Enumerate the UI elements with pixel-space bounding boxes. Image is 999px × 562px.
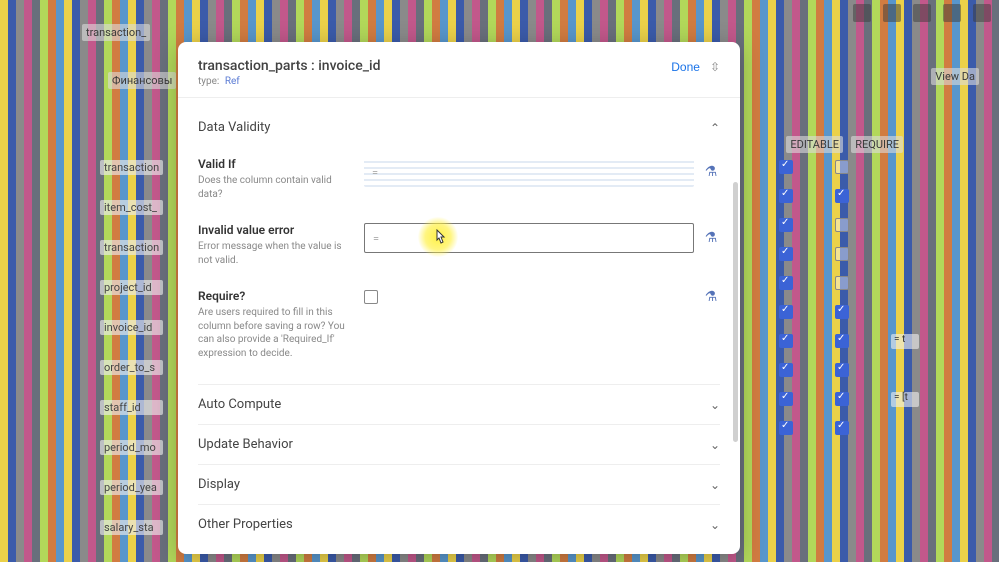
column-settings-modal: transaction_parts : invoice_id type: Ref… (178, 42, 740, 554)
bg-row[interactable]: project_id (100, 280, 163, 295)
bg-toolbar-icon[interactable] (883, 4, 901, 22)
section-header-auto-compute[interactable]: Auto Compute ⌄ (198, 385, 720, 424)
checkbox-icon[interactable] (779, 189, 793, 203)
flask-icon[interactable]: ⚗ (702, 230, 720, 246)
checkbox-empty-icon[interactable] (835, 160, 849, 174)
require-help: Are users required to fill in this colum… (198, 306, 348, 360)
section-data-validity: Data Validity ⌃ Valid If Does the column… (198, 112, 720, 384)
chevron-down-icon: ⌄ (710, 398, 720, 412)
checkbox-icon[interactable] (779, 392, 793, 406)
invalid-error-input[interactable]: = (364, 223, 694, 253)
bg-row[interactable]: transaction (100, 240, 163, 255)
checkbox-icon[interactable] (779, 276, 793, 290)
bg-toolbar (853, 4, 991, 22)
section-auto-compute: Auto Compute ⌄ (198, 384, 720, 424)
bg-row[interactable]: salary_sta (100, 520, 163, 535)
section-header-other-properties[interactable]: Other Properties ⌄ (198, 505, 720, 544)
modal-subtitle: type: Ref (198, 76, 380, 87)
chevron-down-icon: ⌄ (710, 438, 720, 452)
flask-icon[interactable]: ⚗ (702, 164, 720, 180)
section-header-data-validity[interactable]: Data Validity ⌃ (198, 112, 720, 143)
type-label: type: (198, 76, 219, 87)
bg-row[interactable]: period_mo (100, 440, 163, 455)
equals-icon: = (372, 166, 378, 179)
chevron-down-icon: ⌄ (710, 478, 720, 492)
bg-breadcrumb: transaction_ (82, 24, 150, 41)
type-value: Ref (225, 76, 240, 87)
section-other-properties: Other Properties ⌄ (198, 504, 720, 544)
section-header-update-behavior[interactable]: Update Behavior ⌄ (198, 425, 720, 464)
section-title: Data Validity (198, 120, 270, 135)
chevron-down-icon: ⌄ (710, 518, 720, 532)
expand-collapse-icon[interactable]: ⇳ (710, 61, 720, 73)
field-valid-if: Valid If Does the column contain valid d… (198, 149, 720, 215)
bg-row[interactable]: transaction (100, 160, 163, 175)
checkbox-icon[interactable] (835, 421, 849, 435)
section-header-display[interactable]: Display ⌄ (198, 465, 720, 504)
modal-body: Data Validity ⌃ Valid If Does the column… (178, 98, 740, 554)
valid-if-help: Does the column contain valid data? (198, 174, 348, 201)
equals-icon: = (373, 232, 379, 245)
checkbox-icon[interactable] (835, 392, 849, 406)
bg-row[interactable]: item_cost_ (100, 200, 163, 215)
checkbox-icon[interactable] (835, 334, 849, 348)
bg-row-labels: transaction item_cost_ transaction proje… (100, 160, 163, 535)
field-require: Require? Are users required to fill in t… (198, 281, 720, 374)
done-button[interactable]: Done (671, 60, 700, 74)
modal-header: transaction_parts : invoice_id type: Ref… (178, 42, 740, 98)
bg-row[interactable]: invoice_id (100, 320, 163, 335)
checkbox-empty-icon[interactable] (835, 218, 849, 232)
bg-formula[interactable]: = t (891, 334, 919, 349)
checkbox-icon[interactable] (779, 334, 793, 348)
checkbox-icon[interactable] (779, 363, 793, 377)
checkbox-icon[interactable] (779, 421, 793, 435)
checkbox-icon[interactable] (835, 363, 849, 377)
checkbox-empty-icon[interactable] (835, 276, 849, 290)
bg-sub: Финансовы (108, 72, 176, 89)
section-title: Update Behavior (198, 437, 293, 452)
checkbox-icon[interactable] (779, 218, 793, 232)
valid-if-label: Valid If (198, 157, 348, 171)
section-update-behavior: Update Behavior ⌄ (198, 424, 720, 464)
modal-title: transaction_parts : invoice_id (198, 58, 380, 74)
require-label: Require? (198, 289, 348, 303)
checkbox-empty-icon[interactable] (835, 247, 849, 261)
bg-view-btn[interactable]: View Da (931, 68, 979, 85)
field-invalid-value-error: Invalid value error Error message when t… (198, 215, 720, 281)
section-title: Other Properties (198, 517, 293, 532)
bg-toolbar-icon[interactable] (913, 4, 931, 22)
checkbox-icon[interactable] (835, 189, 849, 203)
checkbox-icon[interactable] (835, 305, 849, 319)
section-title: Auto Compute (198, 397, 281, 412)
checkbox-icon[interactable] (779, 305, 793, 319)
checkbox-icon[interactable] (779, 160, 793, 174)
require-checkbox[interactable] (364, 290, 378, 304)
bg-col-require: REQUIRE (851, 136, 903, 153)
invalid-error-help: Error message when the value is not vali… (198, 240, 348, 267)
bg-toolbar-icon[interactable] (973, 4, 991, 22)
valid-if-input[interactable]: = (364, 157, 694, 187)
bg-toolbar-icon[interactable] (943, 4, 961, 22)
invalid-error-label: Invalid value error (198, 223, 348, 237)
section-display: Display ⌄ (198, 464, 720, 504)
bg-formula[interactable]: = [t (891, 392, 919, 407)
bg-toolbar-icon[interactable] (853, 4, 871, 22)
checkbox-icon[interactable] (779, 247, 793, 261)
cursor-pointer-icon (432, 229, 448, 251)
bg-checkbox-grid: ✕ ✕ ✕ ✕ ✕ ✕ ✕= t ✕ ✕= [t ✕ (723, 160, 919, 436)
bg-row[interactable]: staff_id (100, 400, 163, 415)
bg-row[interactable]: order_to_s (100, 360, 163, 375)
bg-row[interactable]: period_yea (100, 480, 163, 495)
scrollbar-thumb[interactable] (733, 182, 738, 442)
bg-col-editable: EDITABLE (786, 136, 843, 153)
flask-icon[interactable]: ⚗ (702, 289, 720, 305)
section-title: Display (198, 477, 240, 492)
chevron-up-icon: ⌃ (710, 121, 720, 135)
